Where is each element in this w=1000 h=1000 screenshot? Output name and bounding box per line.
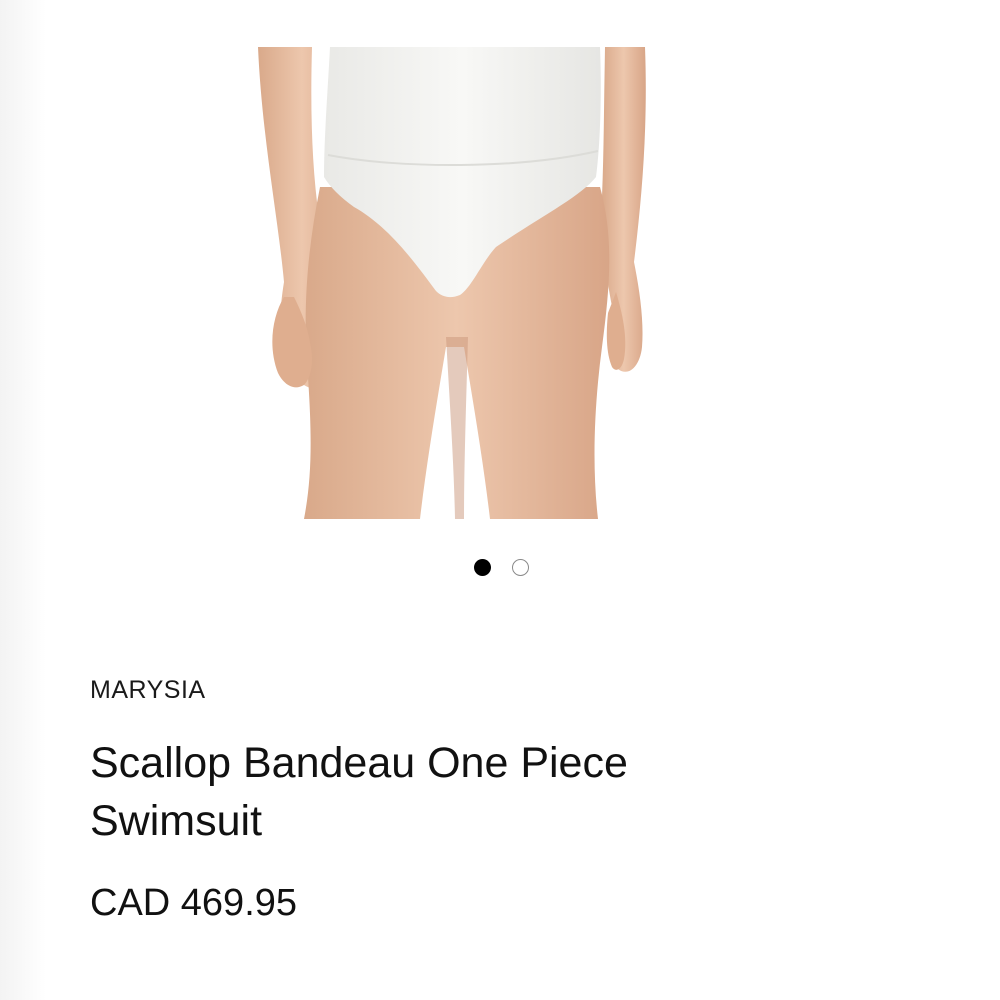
carousel-dots (474, 557, 536, 577)
brand-name[interactable]: MARYSIA (90, 676, 206, 705)
carousel-dot-2[interactable] (512, 558, 529, 576)
carousel-dot-1[interactable] (474, 558, 491, 576)
product-title: Scallop Bandeau One Piece Swimsuit (90, 739, 628, 845)
product-image[interactable] (250, 47, 660, 519)
product-photo-illustration (258, 47, 646, 519)
product-price: CAD 469.95 (90, 882, 298, 924)
left-gutter (0, 0, 46, 1000)
product-page: MARYSIA Scallop Bandeau One Piece Swimsu… (0, 0, 1000, 1000)
